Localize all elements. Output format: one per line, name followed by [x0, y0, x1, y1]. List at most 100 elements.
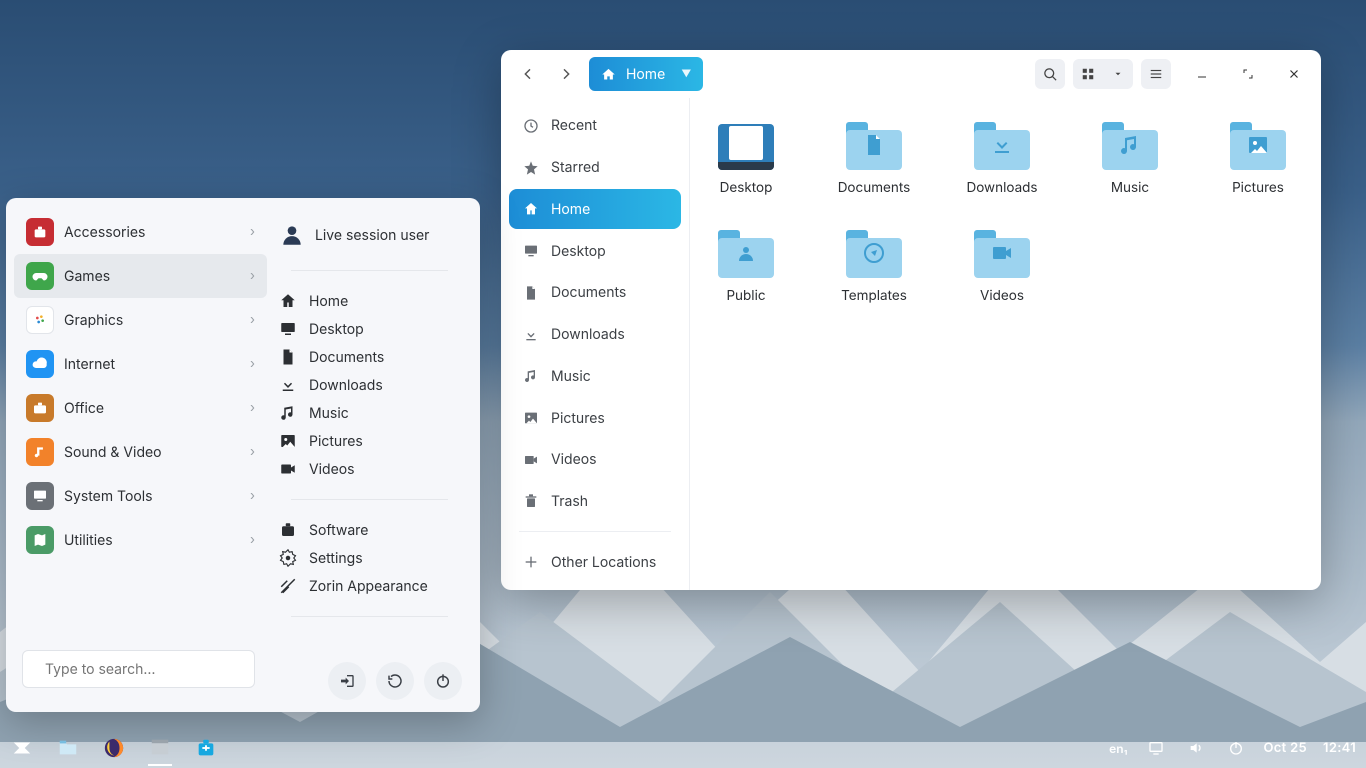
view-dropdown-button[interactable] — [1103, 59, 1133, 89]
search-button[interactable] — [1035, 59, 1065, 89]
folder-desktop[interactable]: Desktop — [708, 122, 784, 196]
category-internet[interactable]: Internet › — [14, 342, 267, 386]
chevron-right-icon: › — [250, 444, 255, 460]
folder-icon — [718, 122, 774, 170]
sidebar-item-label: Trash — [551, 493, 588, 510]
power-indicator-icon[interactable] — [1224, 736, 1248, 760]
picture-icon — [523, 410, 539, 426]
hamburger-menu-button[interactable] — [1141, 59, 1171, 89]
monitor-icon — [26, 482, 54, 510]
category-label: Games — [64, 268, 110, 285]
search-bar[interactable] — [22, 650, 255, 688]
system-software[interactable]: Software — [271, 516, 468, 544]
place-downloads[interactable]: Downloads — [271, 371, 468, 399]
sidebar-item-label: Home — [551, 201, 590, 218]
grid-view-button[interactable] — [1073, 59, 1103, 89]
category-list: Accessories › Games › Graphics › Interne… — [6, 198, 271, 712]
maximize-button[interactable] — [1233, 59, 1263, 89]
category-accessories[interactable]: Accessories › — [14, 210, 267, 254]
chevron-right-icon: › — [250, 532, 255, 548]
system-settings[interactable]: Settings — [271, 544, 468, 572]
video-icon — [279, 460, 297, 478]
home-icon — [523, 201, 539, 217]
close-button[interactable] — [1279, 59, 1309, 89]
category-label: Graphics — [64, 312, 123, 329]
category-graphics[interactable]: Graphics › — [14, 298, 267, 342]
files-launcher[interactable] — [56, 736, 80, 760]
folder-label: Templates — [841, 288, 907, 304]
forward-button[interactable] — [551, 59, 581, 89]
place-music[interactable]: Music — [271, 399, 468, 427]
sidebar-item-music[interactable]: Music — [509, 356, 681, 396]
sidebar-item-recent[interactable]: Recent — [509, 106, 681, 146]
folder-pictures[interactable]: Pictures — [1220, 122, 1296, 196]
sidebar-item-documents[interactable]: Documents — [509, 273, 681, 313]
taskbar-time[interactable]: 12:41 — [1323, 740, 1356, 756]
keyboard-indicator[interactable]: en₁ — [1109, 741, 1127, 756]
sidebar-item-label: Downloads — [551, 326, 625, 343]
category-sound-video[interactable]: Sound & Video › — [14, 430, 267, 474]
fm-sidebar: Recent Starred Home Desktop Documents Downloa… — [501, 98, 690, 590]
folder-music[interactable]: Music — [1092, 122, 1168, 196]
place-label: Desktop — [309, 321, 364, 338]
video-icon — [523, 452, 539, 468]
chevron-right-icon: › — [250, 224, 255, 240]
folder-templates[interactable]: Templates — [836, 230, 912, 304]
minimize-button[interactable] — [1187, 59, 1217, 89]
window-header: Home ▼ — [501, 50, 1321, 98]
system-zorin-appearance[interactable]: Zorin Appearance — [271, 572, 468, 600]
download-icon — [279, 376, 297, 394]
sidebar-item-other-locations[interactable]: Other Locations — [509, 542, 681, 582]
software-launcher[interactable] — [194, 736, 218, 760]
power-button[interactable] — [424, 662, 462, 700]
start-button[interactable] — [10, 736, 34, 760]
category-games[interactable]: Games › — [14, 254, 267, 298]
plus-icon — [523, 554, 539, 570]
picture-icon — [279, 432, 297, 450]
category-system-tools[interactable]: System Tools › — [14, 474, 267, 518]
folder-downloads[interactable]: Downloads — [964, 122, 1040, 196]
place-pictures[interactable]: Pictures — [271, 427, 468, 455]
place-label: Downloads — [309, 377, 383, 394]
search-input[interactable] — [45, 661, 263, 678]
folder-label: Documents — [838, 180, 911, 196]
files-taskbar-item[interactable] — [148, 730, 172, 766]
chevron-right-icon: › — [250, 400, 255, 416]
place-documents[interactable]: Documents — [271, 343, 468, 371]
folder-label: Downloads — [966, 180, 1037, 196]
display-indicator-icon[interactable] — [1144, 736, 1168, 760]
current-user[interactable]: Live session user — [271, 216, 468, 254]
location-pill[interactable]: Home ▼ — [589, 57, 703, 91]
sidebar-item-pictures[interactable]: Pictures — [509, 398, 681, 438]
sidebar-item-desktop[interactable]: Desktop — [509, 231, 681, 271]
sidebar-item-videos[interactable]: Videos — [509, 440, 681, 480]
firefox-launcher[interactable] — [102, 736, 126, 760]
category-utilities[interactable]: Utilities › — [14, 518, 267, 562]
logout-button[interactable] — [328, 662, 366, 700]
trash-icon — [523, 493, 539, 509]
sidebar-item-downloads[interactable]: Downloads — [509, 315, 681, 355]
place-desktop[interactable]: Desktop — [271, 315, 468, 343]
place-label: Videos — [309, 461, 355, 478]
volume-indicator-icon[interactable] — [1184, 736, 1208, 760]
fm-content[interactable]: Desktop Documents Downloads Music Pictures Pu… — [690, 98, 1321, 590]
divider — [291, 499, 448, 500]
category-office[interactable]: Office › — [14, 386, 267, 430]
gamepad-icon — [26, 262, 54, 290]
sidebar-item-label: Recent — [551, 117, 597, 134]
folder-label: Desktop — [720, 180, 773, 196]
folder-videos[interactable]: Videos — [964, 230, 1040, 304]
sidebar-item-starred[interactable]: Starred — [509, 148, 681, 188]
desktop-icon — [523, 243, 539, 259]
taskbar-date[interactable]: Oct 25 — [1264, 740, 1308, 756]
folder-documents[interactable]: Documents — [836, 122, 912, 196]
restart-button[interactable] — [376, 662, 414, 700]
back-button[interactable] — [513, 59, 543, 89]
sidebar-item-trash[interactable]: Trash — [509, 482, 681, 522]
place-videos[interactable]: Videos — [271, 455, 468, 483]
place-home[interactable]: Home — [271, 287, 468, 315]
sidebar-item-home[interactable]: Home — [509, 189, 681, 229]
sidebar-item-label: Documents — [551, 284, 626, 301]
cloud-icon — [26, 350, 54, 378]
folder-public[interactable]: Public — [708, 230, 784, 304]
